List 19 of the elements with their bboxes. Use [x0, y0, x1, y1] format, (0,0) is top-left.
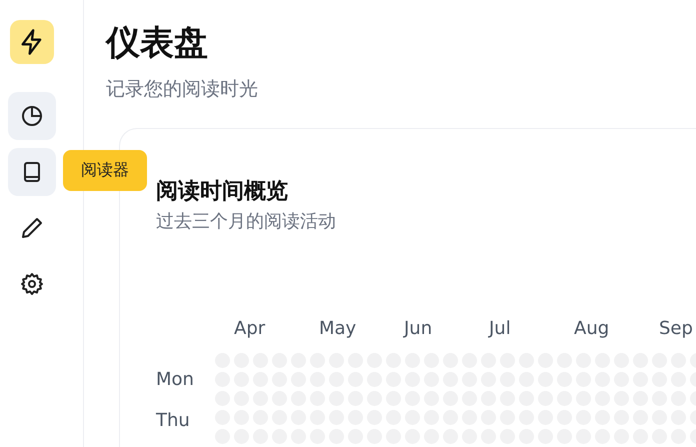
pencil-icon — [20, 216, 44, 240]
month-label: Jun — [404, 317, 434, 341]
card-subtitle: 过去三个月的阅读活动 — [156, 210, 337, 233]
lightning-logo-icon — [10, 20, 54, 64]
settings-icon — [20, 272, 44, 296]
month-label: Aug — [574, 317, 610, 341]
month-label: Apr — [234, 317, 266, 341]
month-label: Jul — [489, 317, 512, 341]
day-label: Mon — [156, 368, 195, 392]
month-label: Sep — [659, 317, 694, 341]
sidebar-pie-button[interactable] — [8, 92, 56, 140]
card-title: 阅读时间概览 — [156, 178, 289, 206]
tooltip: 阅读器 — [63, 150, 147, 191]
month-label: May — [319, 317, 358, 341]
day-label: Thu — [156, 409, 191, 433]
page-subtitle: 记录您的阅读时光 — [106, 77, 259, 102]
sidebar-book-button[interactable] — [8, 148, 56, 196]
page-title: 仪表盘 — [106, 22, 209, 65]
pie-chart-icon — [20, 104, 44, 128]
